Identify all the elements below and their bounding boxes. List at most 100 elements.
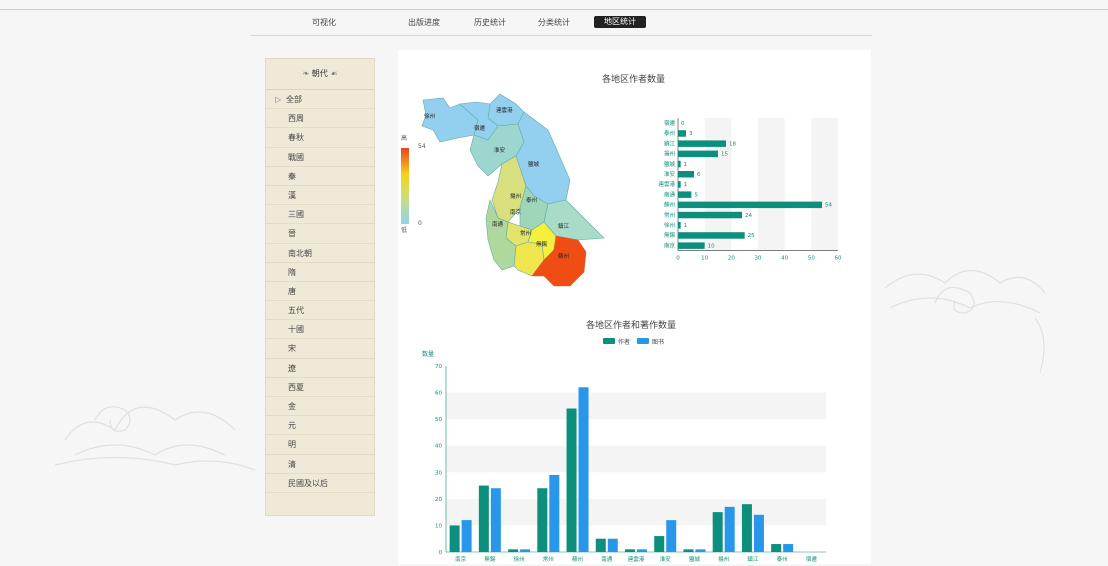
category-label: 淮安 [664, 170, 676, 178]
bar[interactable] [678, 242, 705, 249]
sidebar-item-15[interactable]: 西夏 [266, 378, 374, 397]
sidebar-item-label: 南北朝 [288, 248, 312, 258]
sidebar-item-label: 漢 [288, 190, 296, 200]
sidebar-item-9[interactable]: 隋 [266, 263, 374, 282]
bar[interactable] [678, 171, 694, 178]
bar[interactable] [607, 538, 618, 552]
sidebar-item-17[interactable]: 元 [266, 416, 374, 436]
bar[interactable] [741, 504, 752, 552]
x-tick-label: 40 [781, 256, 788, 262]
y-tick-label: 20 [435, 497, 442, 503]
bar[interactable] [537, 488, 548, 552]
sidebar-item-label: 遼 [288, 363, 296, 373]
category-label: 無錫 [664, 231, 676, 239]
sidebar-item-0[interactable]: ▷ 全部 [266, 90, 374, 110]
bar[interactable] [724, 506, 735, 552]
bar[interactable] [478, 485, 489, 552]
bar[interactable] [461, 520, 472, 552]
sidebar-item-13[interactable]: 宋 [266, 339, 374, 359]
bar[interactable] [625, 549, 635, 552]
legend-swatch[interactable] [603, 338, 615, 344]
nav-category-stats[interactable]: 分类统计 [538, 10, 570, 35]
legend-swatch[interactable] [637, 338, 649, 344]
category-label: 鹽城 [664, 160, 676, 168]
sidebar-item-19[interactable]: 清 [266, 455, 374, 474]
author-count-bar-chart: 宿遷 0 泰州 3 鎮江 18 揚州 15 鹽城 1 淮安 6 連雲港 1 南通 5 蘇州 54 常州 24 徐州 1 無錫… [658, 118, 842, 262]
sidebar-item-10[interactable]: 唐 [266, 282, 374, 302]
sidebar-item-12[interactable]: 十國 [266, 320, 374, 340]
sidebar-item-20[interactable]: 民國及以后 [266, 474, 374, 493]
x-tick-label: 10 [701, 256, 708, 262]
x-tick-label: 無錫 [484, 555, 496, 563]
y-tick-label: 70 [435, 364, 442, 370]
bar[interactable] [678, 191, 692, 198]
bar[interactable] [678, 130, 686, 137]
bar[interactable] [678, 211, 742, 219]
sidebar-item-3[interactable]: 戰國 [266, 148, 374, 167]
x-tick-label: 宿遷 [806, 555, 818, 563]
sidebar-item-label: 金 [288, 402, 296, 411]
sidebar-item-label: 五代 [288, 306, 304, 316]
bar[interactable] [595, 538, 606, 552]
sidebar-item-label: 三國 [288, 210, 304, 220]
sidebar-item-label: 十國 [288, 325, 304, 335]
x-tick-label: 連雲港 [628, 555, 645, 563]
bar[interactable] [678, 181, 681, 188]
bar[interactable] [666, 520, 677, 552]
category-label: 宿遷 [664, 119, 676, 127]
grid-band [758, 118, 785, 251]
bar[interactable] [678, 201, 822, 209]
bar[interactable] [712, 512, 723, 552]
bar[interactable] [654, 536, 665, 552]
sidebar-item-4[interactable]: 秦 [266, 167, 374, 186]
bar[interactable] [578, 387, 589, 552]
bar[interactable] [678, 140, 726, 147]
x-tick-label: 鹽城 [689, 555, 701, 563]
legend-label: 图书 [652, 338, 664, 346]
sidebar-item-5[interactable]: 漢 [266, 186, 374, 206]
nav-publish-progress[interactable]: 出版进度 [408, 10, 440, 35]
sidebar-item-7[interactable]: 晉 [266, 224, 374, 244]
y-tick-label: 10 [435, 523, 442, 529]
sidebar-item-6[interactable]: 三國 [266, 205, 374, 225]
sidebar-item-8[interactable]: 南北朝 [266, 244, 374, 263]
bar[interactable] [520, 549, 531, 552]
sidebar-item-14[interactable]: 遼 [266, 359, 374, 378]
category-label: 連雲港 [658, 180, 675, 188]
nav-visualization[interactable]: 可视化 [312, 10, 336, 35]
sidebar-item-2[interactable]: 春秋 [266, 128, 374, 148]
legend-gradient-bar[interactable] [401, 148, 409, 224]
bar[interactable] [678, 150, 718, 158]
sidebar-item-11[interactable]: 五代 [266, 301, 374, 321]
legend-max-label: 54 [418, 143, 426, 150]
bar[interactable] [783, 544, 794, 552]
sidebar-item-1[interactable]: 西周 [266, 109, 374, 129]
bar[interactable] [678, 160, 681, 168]
bar[interactable] [508, 549, 519, 552]
x-tick-label: 南京 [455, 555, 467, 563]
bar[interactable] [449, 525, 460, 552]
chart-panel: 各地区作者数量 高 54 0 低 徐州 連雲港 宿遷 淮安 鹽城 揚州泰州 鎮江… [398, 50, 871, 564]
bar[interactable] [753, 514, 764, 552]
category-label: 泰州 [664, 129, 675, 137]
bar[interactable] [695, 549, 706, 552]
nav-region-stats[interactable]: 地区统计 [594, 16, 646, 28]
bar[interactable] [549, 474, 560, 552]
bar[interactable] [771, 544, 782, 552]
region-label: 南通 [492, 220, 504, 228]
bar[interactable] [637, 549, 647, 552]
bar[interactable] [566, 408, 577, 552]
sidebar-item-16[interactable]: 金 [266, 397, 374, 417]
x-tick-label: 0 [676, 256, 680, 262]
bar-value-label: 54 [825, 203, 832, 209]
x-tick-label: 淮安 [660, 555, 672, 563]
bar[interactable] [678, 232, 745, 239]
x-tick-label: 60 [835, 256, 842, 262]
sidebar-item-18[interactable]: 明 [266, 435, 374, 455]
region-label: 淮安 [494, 146, 506, 154]
bar[interactable] [490, 488, 501, 552]
bar[interactable] [683, 549, 694, 552]
bar[interactable] [678, 222, 681, 229]
nav-history-stats[interactable]: 历史统计 [474, 10, 506, 35]
y-tick-label: 40 [435, 444, 442, 450]
